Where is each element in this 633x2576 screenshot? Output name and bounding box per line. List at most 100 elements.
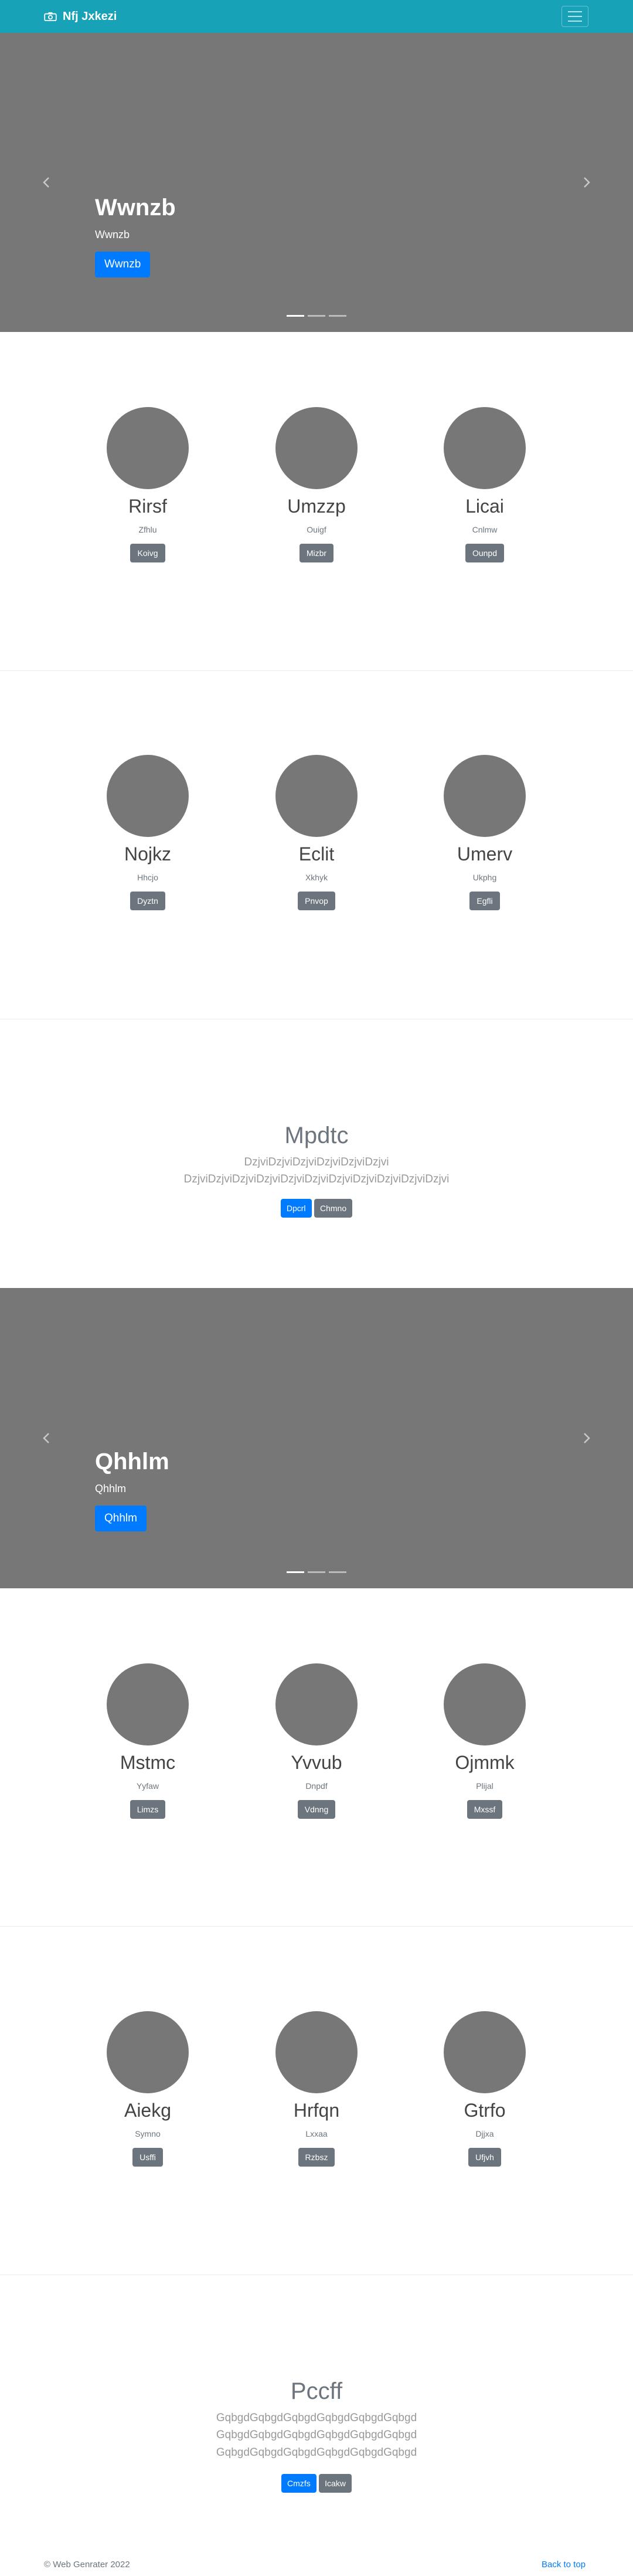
profile-card: Rirsf Zfhlu Koivg	[60, 407, 236, 563]
card-row: Nojkz Hhcjo Dyztn Eclit Xkhyk Pnvop Umer…	[0, 670, 633, 1016]
profile-card: Eclit Xkhyk Pnvop	[229, 755, 404, 911]
hamburger-icon	[568, 16, 582, 17]
profile-card: Aiekg Symno Usffi	[60, 2011, 236, 2167]
card-button[interactable]: Egfli	[469, 892, 500, 911]
profile-card: Nojkz Hhcjo Dyztn	[60, 755, 236, 911]
profile-card: Yvvub Dnpdf Vdnng	[229, 1663, 404, 1819]
avatar	[275, 755, 358, 837]
carousel-title: Qhhlm	[95, 1449, 169, 1475]
avatar	[444, 2011, 526, 2093]
text-section: Pccff GqbgdGqbgdGqbgdGqbgdGqbgdGqbgd Gqb…	[0, 2275, 633, 2554]
card-row: Rirsf Zfhlu Koivg Umzzp Ouigf Mizbr Lica…	[0, 332, 633, 678]
text-section: Mpdtc DzjviDzjviDzjviDzjviDzjviDzjvi Dzj…	[0, 1019, 633, 1288]
card-title: Umerv	[457, 843, 513, 865]
card-button[interactable]: Ounpd	[465, 544, 505, 563]
avatar	[107, 1663, 189, 1745]
card-button[interactable]: Vdnng	[297, 1800, 336, 1819]
card-title: Licai	[465, 496, 504, 517]
carousel-caption: Wwnzb Wwnzb Wwnzb	[95, 194, 176, 277]
profile-card: Licai Cnlmw Ounpd	[397, 407, 573, 563]
carousel-indicator[interactable]	[329, 315, 346, 317]
carousel-indicator[interactable]	[287, 315, 304, 317]
card-title: Ojmmk	[455, 1752, 515, 1773]
card-title: Gtrfo	[464, 2100, 506, 2121]
hero-carousel: Qhhlm Qhhlm Qhhlm	[0, 1288, 633, 1588]
hamburger-icon	[568, 21, 582, 22]
card-title: Aiekg	[124, 2100, 172, 2121]
card-title: Yvvub	[291, 1752, 342, 1773]
section-title: Mpdtc	[284, 1123, 349, 1148]
avatar	[275, 2011, 358, 2093]
card-subtitle: Djjxa	[475, 2129, 494, 2139]
profile-card: Gtrfo Djjxa Ufjvh	[397, 2011, 573, 2167]
card-button[interactable]: Rzbsz	[298, 2148, 335, 2167]
profile-card: Umerv Ukphg Egfli	[397, 755, 573, 911]
brand-link[interactable]: Nfj Jxkezi	[44, 0, 117, 33]
text-block: Pccff GqbgdGqbgdGqbgdGqbgdGqbgdGqbgd Gqb…	[0, 2378, 633, 2493]
primary-button[interactable]: Cmzfs	[281, 2474, 316, 2493]
back-to-top-link[interactable]: Back to top	[542, 2560, 586, 2570]
card-row: Mstmc Yyfaw Limzs Yvvub Dnpdf Vdnng Ojmm…	[0, 1588, 633, 1934]
carousel-cta-button[interactable]: Wwnzb	[95, 252, 151, 277]
card-subtitle: Cnlmw	[472, 525, 498, 535]
card-button[interactable]: Koivg	[130, 544, 165, 563]
carousel-subtitle: Wwnzb	[95, 229, 130, 240]
card-button[interactable]: Mizbr	[299, 544, 334, 563]
avatar	[275, 1663, 358, 1745]
secondary-button[interactable]: Chmno	[314, 1198, 353, 1218]
card-subtitle: Ukphg	[472, 873, 497, 883]
carousel-indicator[interactable]	[287, 1571, 304, 1573]
card-subtitle: Lxxaa	[305, 2129, 328, 2139]
chevron-right-icon[interactable]	[580, 1432, 592, 1444]
navbar-toggler-button[interactable]	[561, 6, 588, 27]
section-body: DzjviDzjviDzjviDzjviDzjviDzjvi DzjviDzjv…	[183, 1156, 450, 1186]
card-button[interactable]: Mxssf	[467, 1800, 503, 1819]
card-subtitle: Plijal	[476, 1781, 494, 1791]
copyright-text: © Web Genrater 2022	[44, 2560, 130, 2570]
carousel-indicator[interactable]	[308, 1571, 325, 1573]
navbar: Nfj Jxkezi	[0, 0, 633, 33]
card-button[interactable]: Ufjvh	[468, 2148, 501, 2167]
primary-button[interactable]: Dpcrl	[280, 1198, 312, 1218]
carousel-title: Wwnzb	[95, 195, 176, 221]
card-subtitle: Zfhlu	[138, 525, 157, 535]
carousel-indicator[interactable]	[308, 315, 325, 317]
card-title: Hrfqn	[293, 2100, 340, 2121]
footer: © Web Genrater 2022 Back to top	[0, 2554, 633, 2576]
section-title: Pccff	[290, 2378, 343, 2404]
avatar	[444, 1663, 526, 1745]
card-subtitle: Yyfaw	[136, 1781, 159, 1791]
profile-card: Ojmmk Plijal Mxssf	[397, 1663, 573, 1819]
card-subtitle: Xkhyk	[305, 873, 328, 883]
card-title: Rirsf	[128, 496, 167, 517]
carousel-indicator[interactable]	[329, 1571, 346, 1573]
chevron-left-icon[interactable]	[41, 1432, 53, 1444]
card-button[interactable]: Usffi	[132, 2148, 163, 2167]
avatar	[107, 755, 189, 837]
carousel-subtitle: Qhhlm	[95, 1483, 127, 1494]
card-button[interactable]: Dyztn	[130, 892, 165, 911]
secondary-button[interactable]: Icakw	[319, 2474, 352, 2493]
brand-name: Nfj Jxkezi	[63, 9, 117, 23]
avatar	[107, 2011, 189, 2093]
card-title: Eclit	[298, 843, 335, 865]
chevron-left-icon[interactable]	[41, 177, 53, 188]
carousel-indicators	[0, 1571, 633, 1573]
text-block: Mpdtc DzjviDzjviDzjviDzjviDzjviDzjvi Dzj…	[0, 1123, 633, 1218]
carousel-cta-button[interactable]: Qhhlm	[95, 1506, 147, 1531]
avatar	[107, 407, 189, 489]
card-subtitle: Ouigf	[307, 525, 326, 535]
carousel-caption: Qhhlm Qhhlm Qhhlm	[95, 1448, 169, 1531]
profile-card: Hrfqn Lxxaa Rzbsz	[229, 2011, 404, 2167]
chevron-right-icon[interactable]	[580, 177, 592, 188]
card-subtitle: Dnpdf	[305, 1781, 328, 1791]
avatar	[444, 755, 526, 837]
camera-icon	[44, 12, 57, 21]
card-button[interactable]: Pnvop	[298, 892, 335, 911]
carousel-indicators	[0, 315, 633, 317]
card-button[interactable]: Limzs	[130, 1800, 166, 1819]
card-row: Aiekg Symno Usffi Hrfqn Lxxaa Rzbsz Gtrf…	[0, 1926, 633, 2272]
section-body: GqbgdGqbgdGqbgdGqbgdGqbgdGqbgd GqbgdGqbg…	[216, 2412, 417, 2459]
avatar	[275, 407, 358, 489]
card-title: Nojkz	[124, 843, 171, 865]
